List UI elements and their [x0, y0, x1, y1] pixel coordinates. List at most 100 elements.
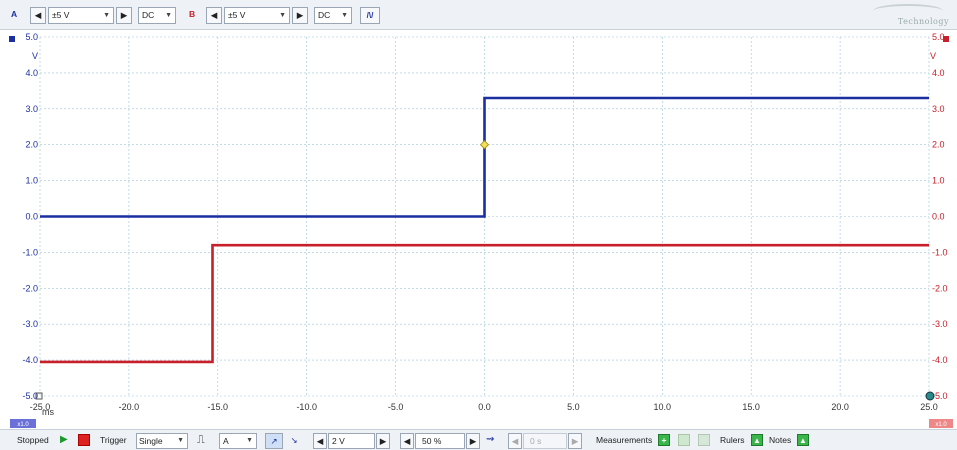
threshold-down-button[interactable]: ◀ [313, 433, 327, 449]
channel-b-range-down-button[interactable]: ◀ [206, 7, 222, 24]
rising-edge-icon: ↗ [270, 436, 278, 446]
y-right-tick-label: 4.0 [932, 68, 945, 78]
trigger-mode-select[interactable]: Single ▼ [136, 433, 188, 449]
channel-b-label[interactable]: B [186, 7, 198, 24]
delay-input[interactable]: 0 s [523, 433, 567, 449]
pretrigger-down-button[interactable]: ◀ [400, 433, 414, 449]
y-left-unit: V [32, 51, 38, 61]
x-tick-label: 0.0 [478, 402, 491, 412]
notes-label: Notes [769, 435, 792, 445]
chevron-right-icon: ▶ [379, 436, 387, 446]
y-left-tick-label: 1.0 [25, 176, 38, 186]
stop-button[interactable] [78, 434, 90, 446]
pretrigger-input[interactable]: 50 % [415, 433, 465, 449]
logo-swoosh-icon [873, 4, 943, 18]
ruler-handle-icon[interactable] [925, 391, 935, 401]
chevron-right-icon: ▶ [120, 10, 128, 20]
x-tick-label: 25.0 [920, 402, 938, 412]
x-tick-label: -5.0 [388, 402, 404, 412]
y-right-tick-label: -3.0 [932, 319, 948, 329]
chevron-left-icon: ◀ [34, 10, 42, 20]
delay-toggle-button[interactable]: ⇝ [486, 433, 494, 449]
chevron-left-icon: ◀ [316, 436, 324, 446]
channel-b-range-value: ±5 V [228, 10, 246, 20]
channel-b-range-up-button[interactable]: ▶ [292, 7, 308, 24]
y-left-tick-label: 4.0 [25, 68, 38, 78]
y-right-tick-label: -2.0 [932, 283, 948, 293]
channel-b-coupling-select[interactable]: DC ▼ [314, 7, 352, 24]
y-right-tick-label: 1.0 [932, 176, 945, 186]
chevron-left-icon: ◀ [210, 10, 218, 20]
scope-plot[interactable]: 5.0 4.0 3.0 2.0 1.0 0.0 -1.0 -2.0 -3.0 -4.0 -5.0 5… [0, 31, 957, 429]
channel-a-range-select[interactable]: ±5 V ▼ [48, 7, 114, 24]
chevron-down-icon: ▼ [246, 437, 253, 444]
run-button[interactable]: ▶ [60, 433, 68, 449]
falling-edge-icon: ↘ [290, 435, 298, 445]
threshold-up-button[interactable]: ▶ [376, 433, 390, 449]
chevron-right-icon: ▶ [571, 436, 579, 446]
y-left-tick-label: 3.0 [25, 104, 38, 114]
y-right-tick-label: 2.0 [932, 140, 945, 150]
chevron-down-icon: ▼ [177, 437, 184, 444]
channel-a-range-down-button[interactable]: ◀ [30, 7, 46, 24]
x-tick-label: 15.0 [742, 402, 760, 412]
falling-edge-button[interactable]: ↘ [287, 433, 301, 449]
play-icon: ▶ [60, 434, 68, 445]
threshold-value: 2 V [332, 436, 345, 446]
channel-a-scale-badge-text: x1.0 [17, 422, 29, 428]
x-unit: ms [42, 407, 54, 417]
math-channel-button[interactable]: /\/ [360, 7, 380, 24]
measurements-label: Measurements [596, 435, 653, 445]
channel-b-coupling-value: DC [318, 10, 331, 20]
x-tick-label: -20.0 [119, 402, 140, 412]
trigger-source-select[interactable]: A ▼ [219, 433, 257, 449]
y-left-tick-label: -1.0 [22, 247, 38, 257]
brand-logo: Technology [851, 2, 951, 28]
rising-edge-button[interactable]: ↗ [265, 433, 283, 449]
channel-a-range-up-button[interactable]: ▶ [116, 7, 132, 24]
pretrigger-value: 50 % [422, 436, 442, 446]
edit-measurement-button[interactable] [678, 434, 690, 446]
rulers-label: Rulers [720, 435, 745, 445]
channel-toolbar: A ◀ ±5 V ▼ ▶ DC ▼ B ◀ ±5 V ▼ ▶ DC ▼ /\/ Tech… [0, 0, 957, 30]
channel-a-coupling-select[interactable]: DC ▼ [138, 7, 176, 24]
y-right-tick-label: 3.0 [932, 104, 945, 114]
notes-button[interactable]: ▲ [797, 434, 809, 446]
plus-icon: + [661, 435, 667, 445]
edge-trigger-icon: ⎍ [197, 434, 205, 446]
y-left-tick-label: 2.0 [25, 140, 38, 150]
y-left-tick-label: 5.0 [25, 32, 38, 42]
add-measurement-button[interactable]: + [658, 434, 670, 446]
y-left-tick-label: -3.0 [22, 319, 38, 329]
channel-a-axis-marker [9, 36, 15, 42]
status-text: Stopped [17, 435, 49, 445]
trigger-mode-value: Single [139, 436, 163, 446]
chevron-right-icon: ▶ [469, 436, 477, 446]
chevron-down-icon: ▼ [341, 12, 348, 19]
x-tick-label: 5.0 [567, 402, 580, 412]
delete-measurement-button[interactable] [698, 434, 710, 446]
rulers-button[interactable]: ▲ [751, 434, 763, 446]
trigger-type-button[interactable]: ⎍ [197, 433, 205, 449]
waveform-math-icon: /\/ [366, 11, 374, 20]
channel-a-coupling-value: DC [142, 10, 155, 20]
logo-text: Technology [897, 17, 949, 26]
x-tick-label: -10.0 [296, 402, 317, 412]
channel-b-range-select[interactable]: ±5 V ▼ [224, 7, 290, 24]
chevron-left-icon: ◀ [403, 436, 411, 446]
chevron-left-icon: ◀ [511, 436, 519, 446]
x-tick-label: 10.0 [654, 402, 672, 412]
chevron-down-icon: ▼ [279, 12, 286, 19]
delay-up-button[interactable]: ▶ [568, 433, 582, 449]
chevron-down-icon: ▼ [103, 12, 110, 19]
trigger-source-value: A [223, 436, 229, 446]
y-right-tick-label: 0.0 [932, 212, 945, 222]
channel-a-label[interactable]: A [8, 7, 20, 24]
delay-down-button[interactable]: ◀ [508, 433, 522, 449]
pretrigger-up-button[interactable]: ▶ [466, 433, 480, 449]
y-left-tick-label: -2.0 [22, 283, 38, 293]
note-icon: ▲ [799, 436, 807, 445]
capture-toolbar: Stopped ▶ Trigger Single ▼ ⎍ A ▼ ↗ ↘ ◀ 2 V… [0, 429, 957, 450]
chevron-down-icon: ▼ [165, 12, 172, 19]
threshold-input[interactable]: 2 V [328, 433, 375, 449]
